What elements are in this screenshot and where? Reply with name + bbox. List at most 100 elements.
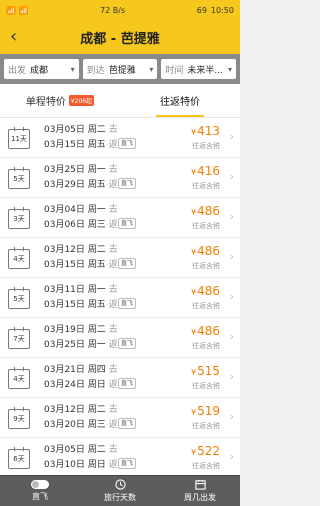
direct-toggle-button[interactable]: 直飞 <box>0 476 80 506</box>
toggle-icon <box>31 480 49 489</box>
calendar-icon: 3天 <box>8 207 30 229</box>
chevron-right-icon: › <box>229 370 234 383</box>
chevron-down-icon: ▾ <box>228 64 233 74</box>
price: ¥522 <box>191 444 220 458</box>
trip-days: 6天 <box>13 455 25 463</box>
currency-symbol: ¥ <box>191 208 197 217</box>
return-date: 03月20日 周三 <box>44 420 106 430</box>
price: ¥519 <box>191 404 220 418</box>
return-date: 03月15日 周五 <box>44 260 106 270</box>
tax-note: 往返含税 <box>192 142 220 150</box>
page-title: 成都 - 芭提雅 <box>80 31 160 47</box>
clock-icon <box>114 479 126 490</box>
fare-row[interactable]: 11天 03月05日 周二去 03月15日 周五返 直飞 ¥413 往返含税 › <box>0 118 240 158</box>
fare-row[interactable]: 5天 03月25日 周一去 03月29日 周五返 直飞 ¥416 往返含税 › <box>0 158 240 198</box>
filter-label: 到达 <box>86 65 105 76</box>
return-tag: 返 <box>108 460 118 470</box>
price: ¥486 <box>191 244 220 258</box>
return-tag: 返 <box>108 140 118 150</box>
fare-row[interactable]: 3天 03月04日 周一去 03月06日 周三返 直飞 ¥486 往返含税 › <box>0 198 240 238</box>
calendar-icon: 4天 <box>8 367 30 389</box>
trip-days: 11天 <box>11 135 27 143</box>
direct-flight-tag: 直飞 <box>118 178 137 189</box>
depart-date: 03月12日 周二 <box>44 405 106 415</box>
chevron-right-icon: › <box>229 330 234 343</box>
bottom-label: 周几出发 <box>184 493 216 502</box>
depart-tag: 去 <box>108 445 118 455</box>
return-date: 03月25日 周一 <box>44 340 106 350</box>
currency-symbol: ¥ <box>191 328 197 337</box>
return-date: 03月15日 周五 <box>44 300 106 310</box>
signal-indicator: 📶 📶 <box>6 5 29 15</box>
tax-note: 往返含税 <box>192 422 220 430</box>
depart-date: 03月25日 周一 <box>44 165 106 175</box>
direct-flight-tag: 直飞 <box>118 378 137 389</box>
direct-flight-tag: 直飞 <box>118 458 137 469</box>
direct-flight-tag: 直飞 <box>118 418 137 429</box>
bottom-label: 直飞 <box>32 492 48 501</box>
fare-row[interactable]: 4天 03月12日 周二去 03月15日 周五返 直飞 ¥486 往返含税 › <box>0 238 240 278</box>
filter-arrival[interactable]: 到达 芭提雅 ▾ <box>82 59 158 79</box>
battery-level: 69 <box>196 5 207 15</box>
chevron-left-icon[interactable]: ‹ <box>10 27 17 47</box>
trip-days: 7天 <box>13 335 25 343</box>
return-tag: 返 <box>108 300 118 310</box>
trip-days: 5天 <box>13 175 25 183</box>
tab-roundtrip[interactable]: 往返特价 <box>120 84 240 117</box>
filter-value: 成都 <box>30 65 49 76</box>
depart-date: 03月05日 周二 <box>44 445 106 455</box>
price: ¥416 <box>191 164 220 178</box>
depart-date: 03月11日 周一 <box>44 285 106 295</box>
filter-bar: 出发 成都 ▾ 到达 芭提雅 ▾ 时间 未来半... ▾ <box>0 54 240 84</box>
chevron-down-icon: ▾ <box>149 64 154 74</box>
price-value: 522 <box>197 444 220 458</box>
fare-row[interactable]: 5天 03月11日 周一去 03月15日 周五返 直飞 ¥486 往返含税 › <box>0 278 240 318</box>
chevron-down-icon: ▾ <box>70 64 75 74</box>
return-tag: 返 <box>108 380 118 390</box>
trip-days: 5天 <box>13 295 25 303</box>
depart-date: 03月05日 周二 <box>44 125 106 135</box>
price: ¥486 <box>191 324 220 338</box>
currency-symbol: ¥ <box>191 448 197 457</box>
chevron-right-icon: › <box>229 290 234 303</box>
trip-days-button[interactable]: 旅行天数 <box>80 476 160 506</box>
weekday-button[interactable]: 周几出发 <box>160 476 240 506</box>
fare-row[interactable]: 9天 03月12日 周二去 03月20日 周三返 直飞 ¥519 往返含税 › <box>0 398 240 438</box>
chevron-right-icon: › <box>229 130 234 143</box>
fare-row[interactable]: 6天 03月05日 周二去 03月10日 周日返 直飞 ¥522 往返含税 › <box>0 438 240 475</box>
chevron-right-icon: › <box>229 450 234 463</box>
trip-days: 4天 <box>13 255 25 263</box>
fare-row[interactable]: 7天 03月19日 周二去 03月25日 周一返 直飞 ¥486 往返含税 › <box>0 318 240 358</box>
direct-flight-tag: 直飞 <box>118 298 137 309</box>
price: ¥486 <box>191 284 220 298</box>
tax-note: 往返含税 <box>192 302 220 310</box>
tax-note: 往返含税 <box>192 382 220 390</box>
fare-row[interactable]: 4天 03月21日 周四去 03月24日 周日返 直飞 ¥515 往返含税 › <box>0 358 240 398</box>
tab-label: 单程特价 <box>25 97 66 108</box>
clock-time: 10:50 <box>210 5 234 15</box>
tab-oneway[interactable]: 单程特价 ¥206起 <box>0 84 120 117</box>
depart-tag: 去 <box>108 125 118 135</box>
depart-tag: 去 <box>108 165 118 175</box>
direct-flight-tag: 直飞 <box>118 218 137 229</box>
trip-days: 9天 <box>13 415 25 423</box>
filter-time[interactable]: 时间 未来半... ▾ <box>161 59 237 79</box>
depart-tag: 去 <box>108 365 118 375</box>
depart-date: 03月21日 周四 <box>44 365 106 375</box>
price-value: 416 <box>197 164 220 178</box>
direct-flight-tag: 直飞 <box>118 138 137 149</box>
return-date: 03月24日 周日 <box>44 380 106 390</box>
tax-note: 往返含税 <box>192 462 220 470</box>
status-bar: 📶 📶 72 B/s 69 10:50 <box>0 0 240 20</box>
price-value: 486 <box>197 204 220 218</box>
return-tag: 返 <box>108 420 118 430</box>
filter-departure[interactable]: 出发 成都 ▾ <box>4 59 79 79</box>
depart-tag: 去 <box>108 325 118 335</box>
return-tag: 返 <box>108 260 118 270</box>
direct-flight-tag: 直飞 <box>118 338 137 349</box>
depart-tag: 去 <box>108 285 118 295</box>
price-value: 413 <box>197 124 220 138</box>
bottom-toolbar: 直飞 旅行天数 周几出发 <box>0 475 240 506</box>
currency-symbol: ¥ <box>191 248 197 257</box>
price: ¥413 <box>191 124 220 138</box>
